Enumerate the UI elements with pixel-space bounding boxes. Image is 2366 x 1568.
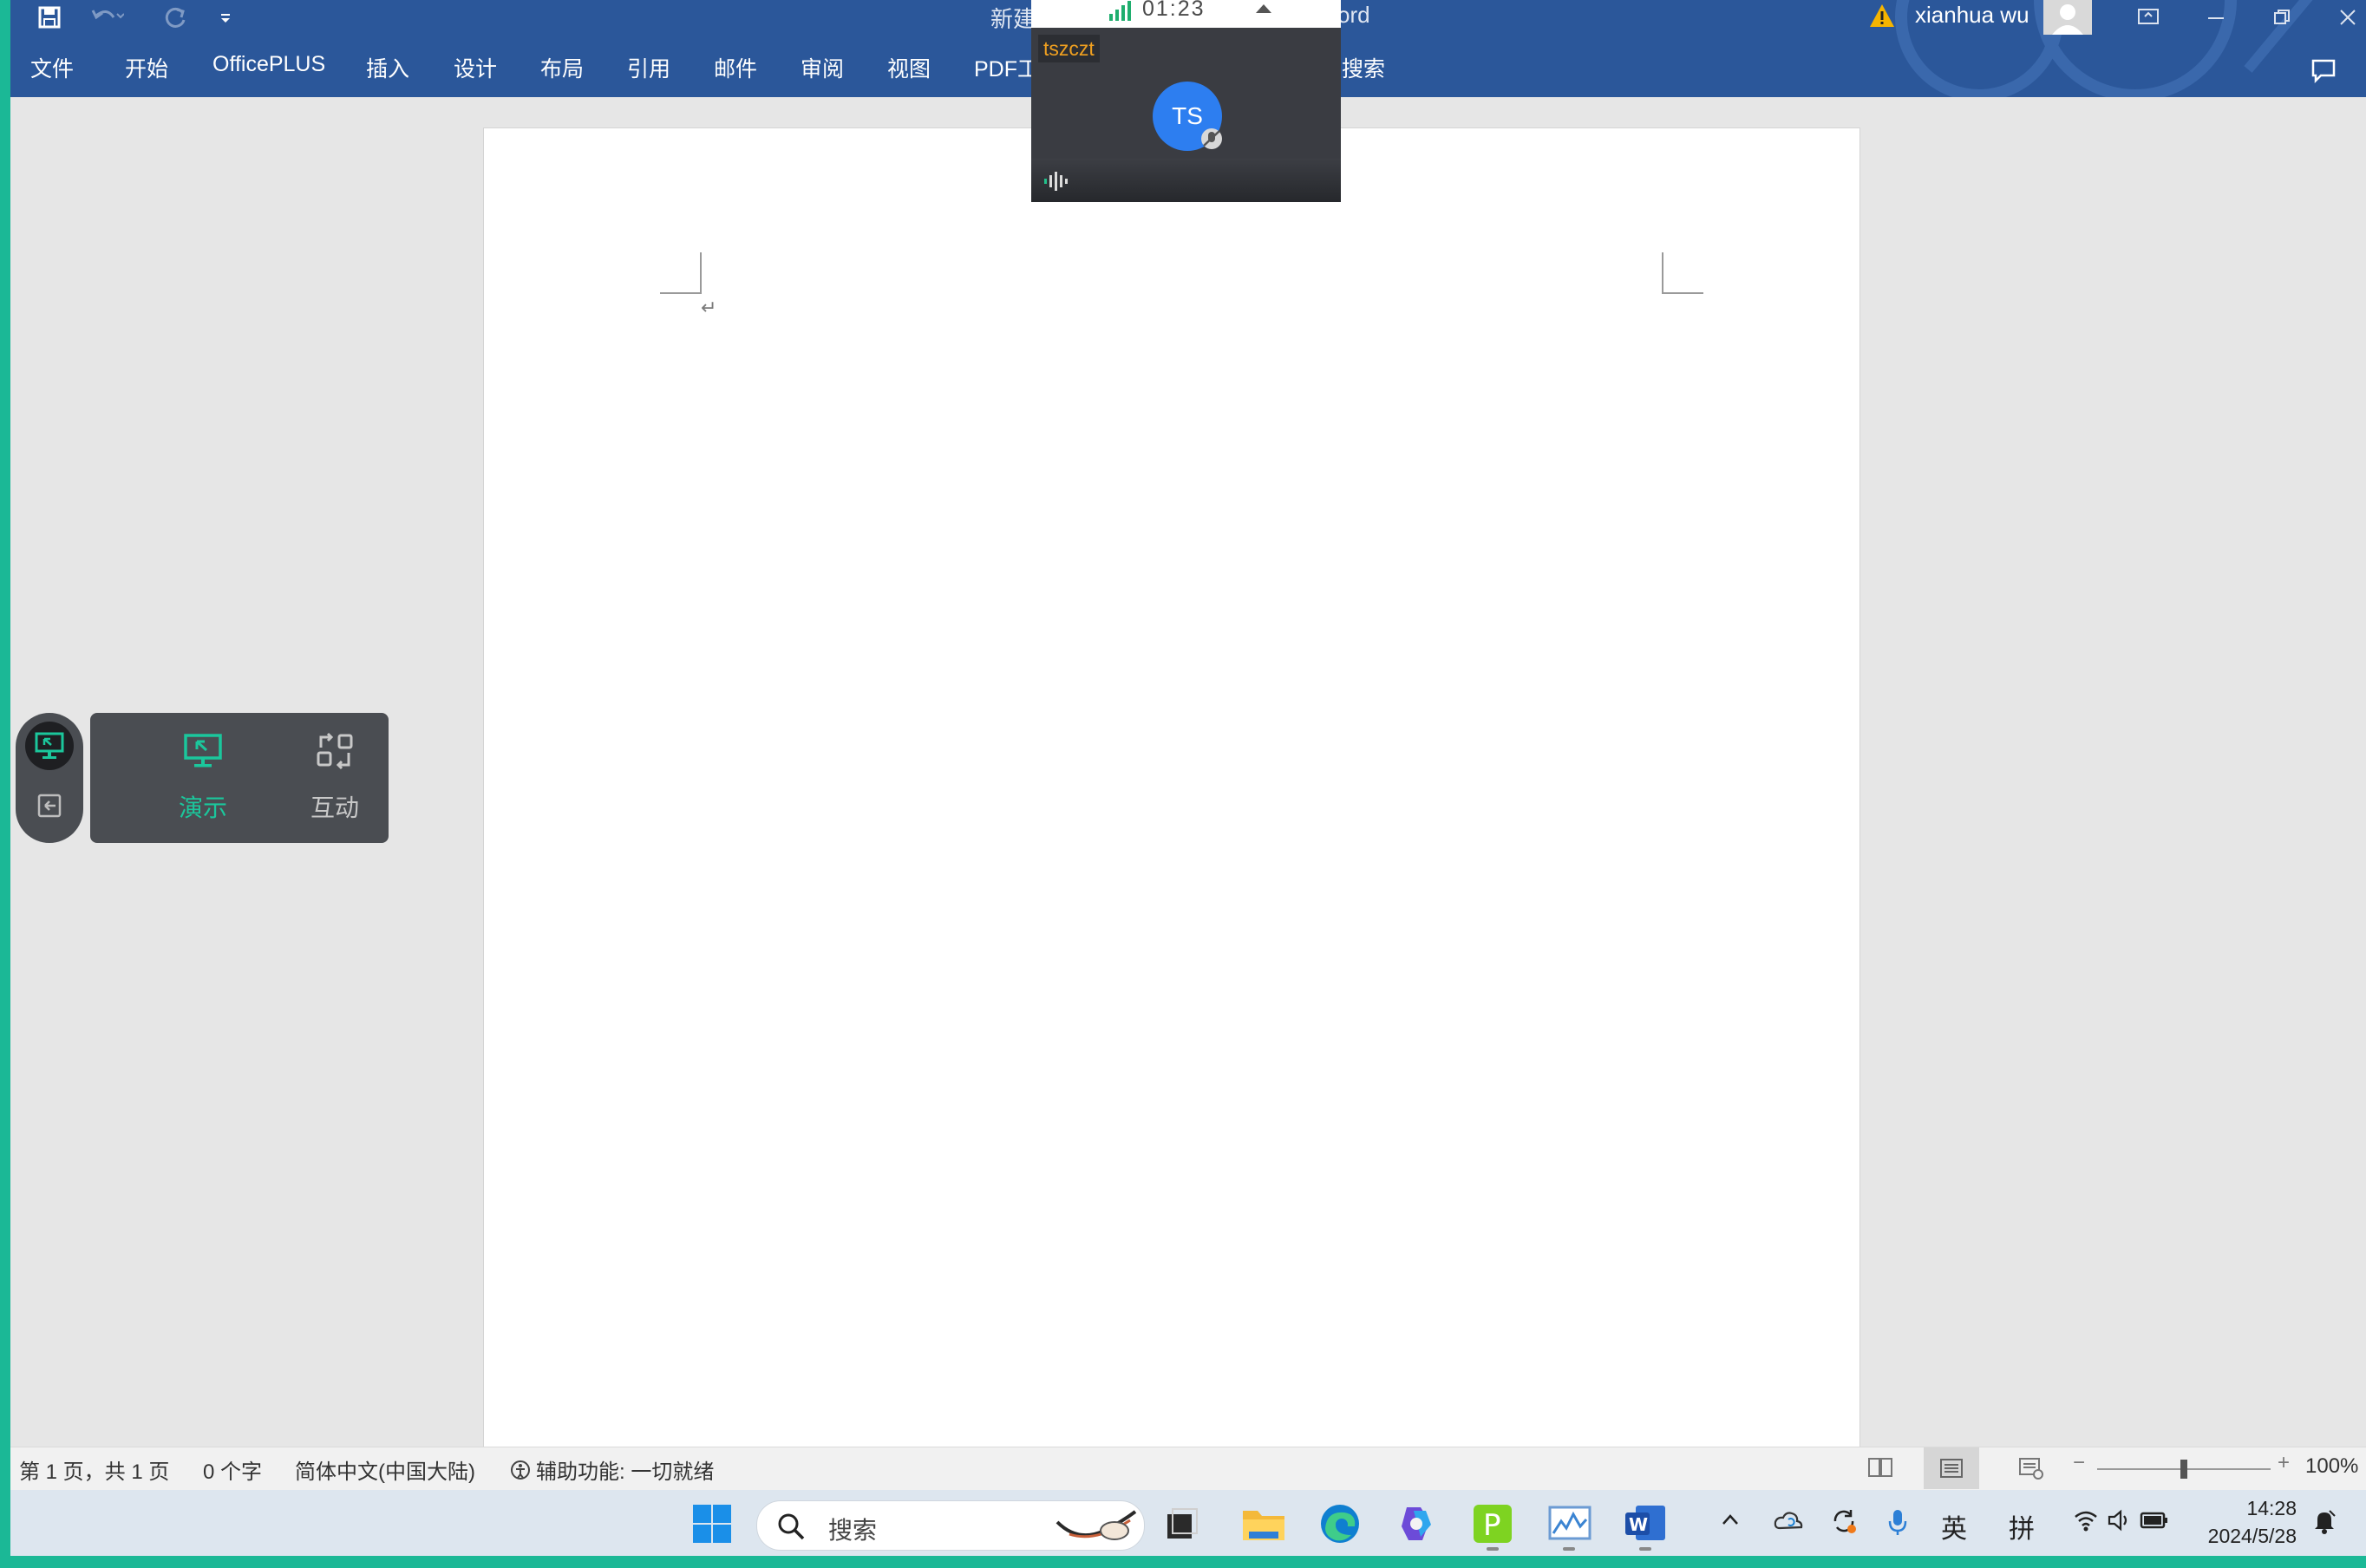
zoom-level[interactable]: 100% (2305, 1454, 2358, 1479)
accessibility-icon (511, 1460, 530, 1480)
tab-references[interactable]: 引用 (627, 52, 670, 83)
tab-officeplus[interactable]: OfficePLUS (212, 52, 325, 77)
meeting-footer (1031, 159, 1341, 202)
audio-level-icon (1044, 172, 1068, 191)
show-hidden-icons[interactable] (1717, 1507, 1743, 1540)
word-count[interactable]: 0 个字 (203, 1454, 262, 1485)
zoom-in-button[interactable]: + (2278, 1451, 2290, 1475)
battery-icon (2140, 1512, 2167, 1529)
comments-icon[interactable] (2309, 56, 2338, 89)
redo-icon[interactable] (156, 0, 196, 35)
accessibility-label: 辅助功能: 一切就绪 (536, 1460, 715, 1484)
start-menu-icon[interactable] (690, 1502, 734, 1545)
taskbar-search[interactable]: 搜索 (756, 1500, 1145, 1551)
zoom-slider-thumb[interactable] (2180, 1460, 2187, 1479)
tab-home[interactable]: 开始 (125, 52, 168, 83)
meeting-header: 01:23 (1031, 0, 1341, 28)
meeting-timer: 01:23 (1142, 0, 1206, 21)
task-view-icon[interactable] (1160, 1502, 1204, 1545)
present-icon (184, 734, 222, 768)
proofing-language[interactable]: 简体中文(中国大陆) (295, 1454, 475, 1485)
interact-icon (317, 732, 353, 770)
close-icon[interactable] (2317, 0, 2366, 35)
document-title-end: ord (1337, 2, 1370, 28)
tab-layout[interactable]: 布局 (540, 52, 584, 83)
zoom-slider[interactable] (2097, 1460, 2271, 1479)
signal-strength-icon (1109, 1, 1131, 21)
participant-initials: TS (1172, 102, 1203, 129)
present-label: 演示 (178, 794, 227, 821)
zoom-out-button[interactable]: − (2073, 1451, 2085, 1475)
microphone-icon[interactable] (1886, 1507, 1910, 1544)
mic-muted-icon (1201, 128, 1222, 149)
edge-browser-icon[interactable] (1318, 1502, 1362, 1545)
volume-icon (2108, 1509, 2127, 1532)
sync-status-icon[interactable] (1828, 1507, 1859, 1542)
tab-pdf-tools[interactable]: PDF工 (974, 52, 1039, 83)
status-bar: 第 1 页，共 1 页 0 个字 简体中文(中国大陆) 辅助功能: 一切就绪 −… (10, 1447, 2366, 1491)
participant-avatar: TS (1153, 82, 1222, 151)
undo-icon[interactable] (85, 0, 128, 35)
svg-text:W: W (1629, 1514, 1648, 1535)
word-window: 新建 ord xianhua wu 文件 开始 OfficePLUS 插入 设计… (10, 0, 2366, 1556)
interact-mode-button[interactable]: 互动 (274, 713, 395, 843)
interact-label: 互动 (310, 794, 359, 821)
clock-time[interactable]: 14:28 (2246, 1497, 2297, 1520)
tab-review[interactable]: 审阅 (801, 52, 844, 83)
resource-monitor-icon[interactable] (1547, 1502, 1591, 1551)
tab-search[interactable]: 搜索 (1342, 52, 1385, 83)
accessibility-status[interactable]: 辅助功能: 一切就绪 (508, 1454, 714, 1485)
notification-bell-icon[interactable] (2310, 1507, 2338, 1542)
copilot-icon[interactable] (1395, 1502, 1438, 1545)
search-icon (778, 1513, 805, 1540)
minimize-icon[interactable] (2186, 0, 2246, 35)
present-mode-button[interactable]: 演示 (142, 713, 264, 843)
meeting-floating-window[interactable]: 01:23 tszczt TS (1031, 0, 1341, 202)
word-app-icon[interactable]: W (1624, 1502, 1667, 1551)
wifi-icon (2075, 1511, 2097, 1532)
warning-icon[interactable] (1868, 2, 1896, 34)
web-layout-icon[interactable] (2017, 1456, 2045, 1486)
document-title-start: 新建 (990, 6, 1036, 32)
ime-language-indicator[interactable]: 英 (1941, 1507, 1967, 1545)
read-mode-icon[interactable] (1866, 1456, 1894, 1485)
sharing-mode-panel: 演示 互动 (90, 713, 389, 843)
restore-icon[interactable] (2252, 0, 2312, 35)
tab-insert[interactable]: 插入 (366, 52, 409, 83)
tab-file[interactable]: 文件 (30, 52, 74, 83)
clock-date[interactable]: 2024/5/28 (2208, 1525, 2297, 1548)
margin-corner-top-right (1662, 252, 1703, 294)
tab-design[interactable]: 设计 (454, 52, 497, 83)
account-name[interactable]: xianhua wu (1915, 2, 2029, 29)
svg-text:P: P (1483, 1508, 1501, 1543)
customize-toolbar-icon[interactable] (208, 0, 243, 35)
meeting-participant-name: tszczt (1038, 35, 1100, 62)
margin-corner-top-left (660, 252, 702, 294)
page-count[interactable]: 第 1 页，共 1 页 (19, 1454, 169, 1485)
collapse-up-icon[interactable] (1253, 2, 1274, 16)
sharing-side-pill (16, 713, 83, 843)
green-p-app-icon[interactable]: P (1471, 1502, 1514, 1551)
account-avatar-icon[interactable] (2043, 0, 2092, 35)
search-highlight-icon (1056, 1510, 1137, 1540)
quick-settings[interactable] (2073, 1507, 2170, 1533)
ribbon-display-options-icon[interactable] (2118, 0, 2179, 35)
tab-mailings[interactable]: 邮件 (714, 52, 757, 83)
save-icon[interactable] (29, 0, 69, 35)
file-explorer-icon[interactable] (1240, 1502, 1284, 1545)
onedrive-sync-icon[interactable] (1773, 1507, 1804, 1540)
tab-view[interactable]: 视图 (887, 52, 931, 83)
document-page[interactable]: ↵ (483, 127, 1860, 1447)
print-layout-icon[interactable] (1924, 1447, 1979, 1489)
exit-share-icon[interactable] (35, 791, 64, 825)
windows-taskbar: 搜索 P W 英 拼 14:28 2024/5/28 (10, 1490, 2366, 1556)
ime-mode-indicator[interactable]: 拼 (2009, 1507, 2035, 1545)
search-placeholder: 搜索 (828, 1517, 878, 1544)
screen-share-icon[interactable] (25, 722, 74, 770)
paragraph-mark-icon: ↵ (701, 297, 717, 318)
